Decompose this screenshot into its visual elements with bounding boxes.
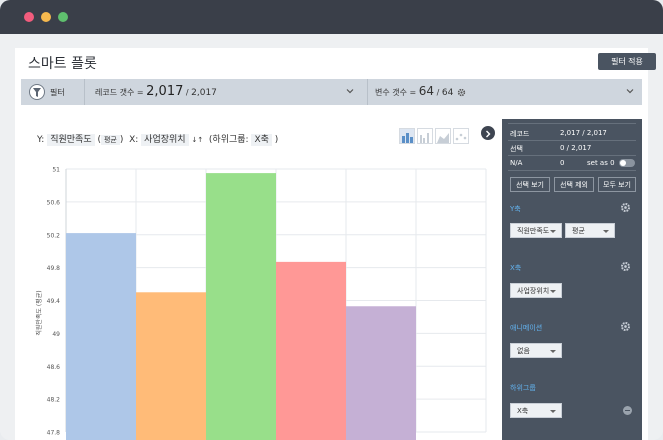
y-tick-label: 50.6 [47,199,61,206]
gear-icon[interactable] [620,202,631,213]
chart-panel: Y: 직원만족도 (평균) X: 사업장위치 ↓↑ (하위그룹: X축 ) 51… [21,119,497,440]
group-variable-tag[interactable]: X축 [251,134,272,146]
y-tick-label: 49 [52,331,60,338]
toggle-knob [620,160,626,166]
y-aggregate-dropdown[interactable]: 평균 [565,223,615,238]
bar [206,173,276,440]
maximize-window-icon[interactable] [58,12,68,22]
sidepanel-divider [508,170,636,171]
x-variable-dropdown[interactable]: 사업장위치 [510,283,562,298]
view-all-button[interactable]: 모두 보기 [598,177,636,192]
bar [66,233,136,440]
y-aggregate-tag[interactable]: 평균 [100,135,120,145]
x-axis-section-title: X축 [510,264,522,272]
chevron-right-icon [486,130,491,138]
animation-dropdown[interactable]: 없음 [510,343,562,358]
selected-label: 선택 [510,145,523,153]
app-window: 스마트 플롯 필터 적용 필터 레코드 갯수 = 2,017 / 2,017 변… [0,0,663,440]
collapse-panel-button[interactable] [481,126,495,140]
x-variable-tag[interactable]: 사업장위치 [141,134,189,146]
remove-subgroup-icon[interactable] [623,406,632,415]
close-window-icon[interactable] [24,12,34,22]
y-axis-label: 직원만족도 (평균) [35,290,43,335]
animation-section-title: 애니메이션 [510,324,543,332]
y-tick-label: 48.2 [47,397,61,404]
filter-label: 필터 [50,88,65,97]
selected-value: 0 / 2,017 [560,144,592,152]
y-tick-label: 49.8 [47,265,61,272]
exclude-selected-button[interactable]: 선택 제외 [554,177,594,192]
set-as-zero-toggle[interactable] [619,159,635,167]
y-variable-dropdown[interactable]: 직원만족도 [510,223,562,238]
bar [136,292,206,440]
bar [276,261,346,440]
subgroup-section-title: 하위그룹 [510,384,536,392]
funnel-icon [29,84,45,100]
filter-toggle[interactable]: 필터 [21,79,85,105]
chart-type-selector [399,128,469,146]
caret-down-icon [603,230,609,233]
axis-config: Y: 직원만족도 (평균) X: 사업장위치 ↓↑ (하위그룹: X축 ) [37,134,279,146]
gear-icon[interactable] [457,88,466,97]
scatter-chart-icon[interactable] [453,128,469,144]
caret-down-icon [550,230,556,233]
y-tick-label: 51 [52,167,60,174]
filterbar-divider [367,79,368,105]
bar [346,306,416,440]
page-title: 스마트 플롯 [28,56,97,72]
record-count: 레코드 갯수 = 2,017 / 2,017 [95,84,217,99]
apply-filter-button[interactable]: 필터 적용 [598,53,656,70]
y-variable-tag[interactable]: 직원만족도 [47,134,95,146]
grouped-bar-icon[interactable] [417,128,433,144]
bar-chart-icon[interactable] [399,128,415,144]
minimize-window-icon[interactable] [41,12,51,22]
subgroup-dropdown[interactable]: X축 [510,403,562,418]
caret-down-icon [550,410,556,413]
record-value: 2,017 / 2,017 [560,129,607,137]
sidepanel-divider [508,155,636,156]
na-label: N/A [510,159,523,167]
sort-icon[interactable]: ↓↑ [191,136,203,144]
window-titlebar [0,0,663,34]
caret-down-icon [550,290,556,293]
y-tick-label: 47.8 [47,430,61,437]
y-tick-label: 49.4 [47,298,61,305]
sidepanel-divider [508,123,636,124]
filter-bar: 필터 레코드 갯수 = 2,017 / 2,017 변수 갯수 = 64 / 6… [21,79,642,105]
y-axis-section-title: Y축 [510,205,521,213]
view-selected-button[interactable]: 선택 보기 [510,177,550,192]
set-as-zero-label: set as 0 [587,159,615,167]
control-sidepanel: 레코드 2,017 / 2,017 선택 0 / 2,017 N/A 0 set… [502,119,642,440]
na-value: 0 [560,159,565,167]
gear-icon[interactable] [620,321,631,332]
y-tick-label: 50.2 [47,232,61,239]
gear-icon[interactable] [620,261,631,272]
chevron-down-icon[interactable] [626,87,634,95]
caret-down-icon [550,350,556,353]
variable-count: 변수 갯수 = 64 / 64 [375,84,466,98]
sidepanel-divider [508,140,636,141]
area-chart-icon[interactable] [435,128,451,144]
record-label: 레코드 [510,130,530,138]
y-tick-label: 48.6 [47,364,61,371]
smart-plot-app: 스마트 플롯 필터 적용 필터 레코드 갯수 = 2,017 / 2,017 변… [15,48,656,440]
chevron-down-icon[interactable] [346,87,354,95]
bar-chart: 51 50.6 50.2 49.8 49.4 49 48.6 48.2 47.8 직원만족도 (평… [35,167,487,440]
